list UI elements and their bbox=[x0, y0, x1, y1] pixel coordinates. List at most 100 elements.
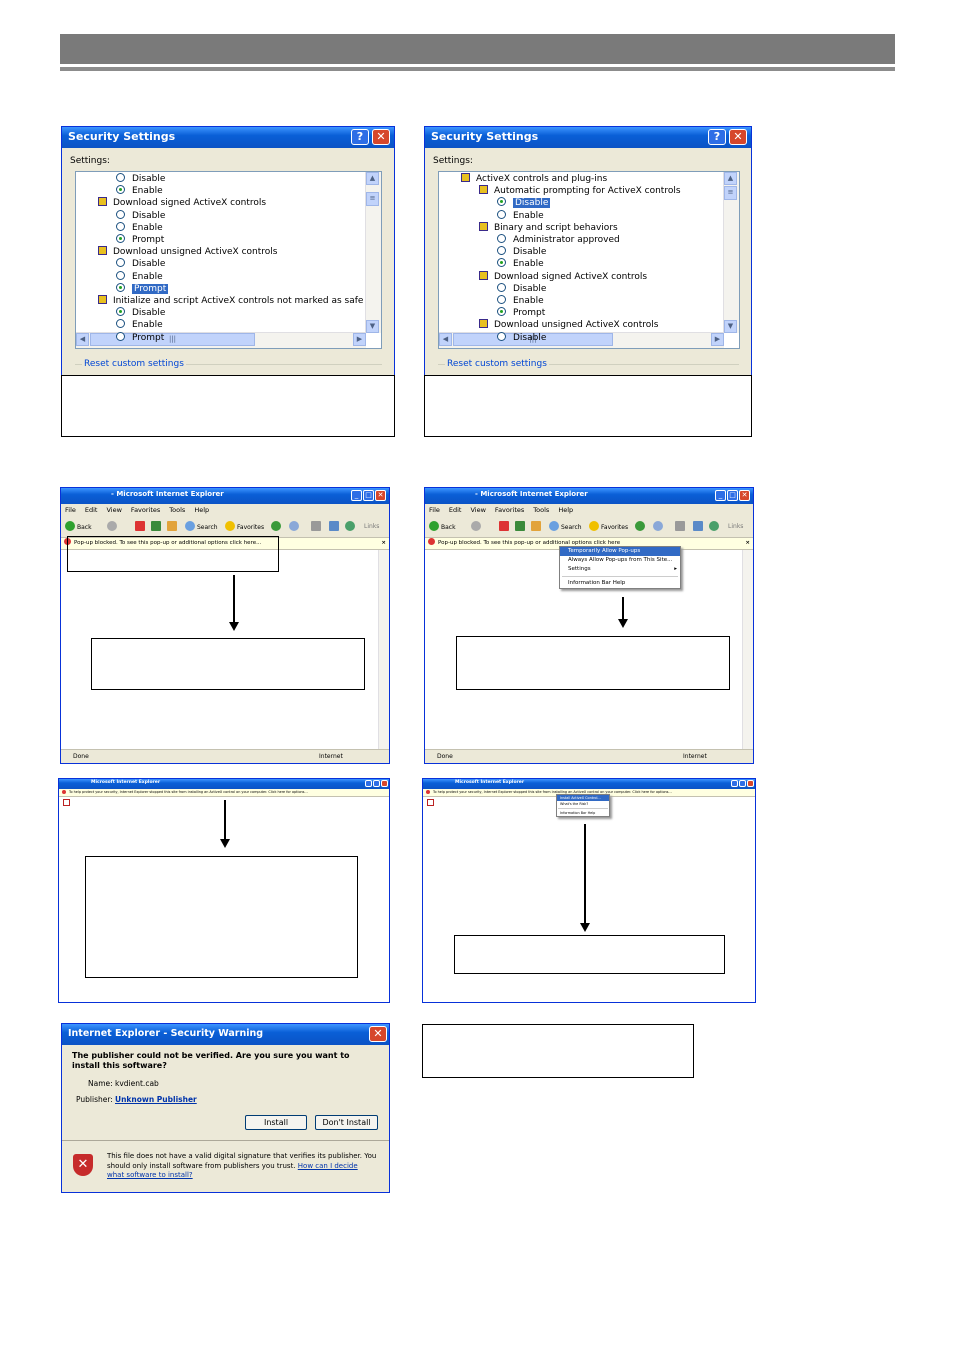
favorites-button[interactable]: Favorites bbox=[589, 521, 628, 533]
radio-button[interactable] bbox=[116, 331, 125, 341]
minimize-button[interactable] bbox=[365, 780, 372, 787]
close-button[interactable]: ✕ bbox=[375, 490, 386, 501]
menu-edit[interactable]: Edit bbox=[449, 506, 462, 514]
horizontal-scrollbar[interactable]: ◀ ||| ▶ bbox=[439, 332, 724, 348]
messenger-button[interactable] bbox=[709, 521, 721, 533]
forward-button[interactable] bbox=[471, 521, 483, 533]
settings-option-row[interactable]: Enable bbox=[116, 270, 163, 283]
scroll-right-button[interactable]: ▶ bbox=[353, 333, 366, 346]
settings-option-row[interactable]: Prompt bbox=[116, 331, 164, 344]
settings-option-row[interactable]: Disable bbox=[497, 331, 546, 344]
print-button[interactable] bbox=[675, 521, 687, 533]
settings-option-row[interactable]: Enable bbox=[116, 185, 163, 197]
vertical-scrollbar[interactable] bbox=[742, 550, 753, 749]
menu-item-whats-the-risk[interactable]: What's the Risk? bbox=[557, 801, 609, 807]
menu-favorites[interactable]: Favorites bbox=[131, 506, 160, 514]
menu-help[interactable]: Help bbox=[194, 506, 209, 514]
close-button[interactable]: ✕ bbox=[369, 1026, 387, 1042]
scroll-thumb[interactable]: ≡ bbox=[366, 192, 379, 206]
radio-button[interactable] bbox=[116, 209, 125, 219]
home-button[interactable] bbox=[531, 521, 543, 533]
scroll-up-button[interactable]: ▲ bbox=[724, 172, 737, 185]
links-label[interactable]: Links bbox=[728, 521, 743, 533]
links-label[interactable]: Links bbox=[364, 521, 379, 533]
edit-button[interactable] bbox=[693, 521, 705, 533]
menu-view[interactable]: View bbox=[106, 506, 121, 514]
settings-option-row[interactable]: Prompt bbox=[116, 282, 169, 295]
print-button[interactable] bbox=[311, 521, 323, 533]
settings-option-row[interactable]: Disable bbox=[116, 307, 165, 319]
information-bar[interactable]: To help protect your security, Internet … bbox=[59, 789, 389, 797]
vertical-scrollbar[interactable] bbox=[378, 550, 389, 749]
scroll-down-button[interactable]: ▼ bbox=[366, 320, 379, 333]
settings-option-row[interactable]: Enable bbox=[116, 221, 163, 234]
close-button[interactable] bbox=[381, 780, 388, 787]
close-button[interactable]: ✕ bbox=[729, 129, 747, 145]
menu-view[interactable]: View bbox=[470, 506, 485, 514]
radio-button[interactable] bbox=[497, 234, 506, 243]
radio-button[interactable] bbox=[497, 197, 506, 207]
settings-option-row[interactable]: Disable bbox=[116, 258, 165, 270]
radio-button[interactable] bbox=[497, 246, 506, 256]
scroll-left-button[interactable]: ◀ bbox=[76, 333, 89, 346]
infobar-close-icon[interactable]: × bbox=[381, 538, 386, 549]
radio-button[interactable] bbox=[116, 221, 125, 231]
scroll-right-button[interactable]: ▶ bbox=[711, 333, 724, 346]
home-button[interactable] bbox=[167, 521, 179, 533]
radio-button[interactable] bbox=[116, 282, 125, 292]
search-button[interactable]: Search bbox=[549, 521, 582, 533]
menu-tools[interactable]: Tools bbox=[169, 506, 185, 514]
stop-button[interactable] bbox=[135, 521, 147, 533]
maximize-button[interactable] bbox=[739, 780, 746, 787]
scroll-thumb[interactable]: ||| bbox=[90, 333, 255, 346]
settings-list[interactable]: ▲ ≡ ▼ ◀ ||| ▶ ActiveX controls and plug-… bbox=[438, 171, 740, 349]
maximize-button[interactable]: □ bbox=[727, 490, 738, 501]
menu-item-temporarily-allow[interactable]: Temporarily Allow Pop-ups bbox=[560, 547, 680, 556]
scroll-down-button[interactable]: ▼ bbox=[724, 320, 737, 333]
settings-option-row[interactable]: Administrator approved bbox=[497, 234, 620, 246]
settings-option-row[interactable]: Prompt bbox=[116, 234, 164, 246]
close-button[interactable]: ✕ bbox=[372, 129, 390, 145]
install-button[interactable]: Install bbox=[245, 1115, 307, 1130]
vertical-scrollbar[interactable]: ▲ ≡ ▼ bbox=[365, 172, 381, 333]
messenger-button[interactable] bbox=[345, 521, 357, 533]
radio-button[interactable] bbox=[116, 307, 125, 317]
menu-item-settings[interactable]: Settings ▸ bbox=[560, 565, 680, 574]
refresh-button[interactable] bbox=[515, 521, 527, 533]
radio-button[interactable] bbox=[497, 282, 506, 292]
menu-item-always-allow[interactable]: Always Allow Pop-ups from This Site... bbox=[560, 556, 680, 565]
close-button[interactable] bbox=[747, 780, 754, 787]
maximize-button[interactable] bbox=[373, 780, 380, 787]
radio-button[interactable] bbox=[116, 173, 125, 182]
radio-button[interactable] bbox=[116, 234, 125, 243]
radio-button[interactable] bbox=[497, 295, 506, 304]
back-button[interactable]: Back bbox=[65, 521, 92, 533]
mail-button[interactable] bbox=[289, 521, 301, 533]
minimize-button[interactable]: _ bbox=[351, 490, 362, 501]
settings-option-row[interactable]: Disable bbox=[116, 209, 165, 222]
settings-option-row[interactable]: Enable bbox=[497, 295, 544, 307]
minimize-button[interactable] bbox=[731, 780, 738, 787]
settings-option-row[interactable]: Enable bbox=[497, 258, 544, 270]
back-button[interactable]: Back bbox=[429, 521, 456, 533]
menu-edit[interactable]: Edit bbox=[85, 506, 98, 514]
menu-item-info-bar-help[interactable]: Information Bar Help bbox=[560, 579, 680, 588]
radio-button[interactable] bbox=[116, 258, 125, 268]
settings-list[interactable]: ▲ ≡ ▼ ◀ ||| ▶ Disable Enable Download sign… bbox=[75, 171, 382, 349]
scroll-left-button[interactable]: ◀ bbox=[439, 333, 452, 346]
forward-button[interactable] bbox=[107, 521, 119, 533]
search-button[interactable]: Search bbox=[185, 521, 218, 533]
radio-button[interactable] bbox=[497, 209, 506, 219]
radio-button[interactable] bbox=[116, 319, 125, 329]
radio-button[interactable] bbox=[116, 270, 125, 280]
menu-file[interactable]: File bbox=[429, 506, 440, 514]
menu-help[interactable]: Help bbox=[558, 506, 573, 514]
menu-favorites[interactable]: Favorites bbox=[495, 506, 524, 514]
help-button[interactable]: ? bbox=[351, 129, 369, 145]
favorites-button[interactable]: Favorites bbox=[225, 521, 264, 533]
settings-option-row[interactable]: Disable bbox=[497, 197, 551, 209]
settings-option-row[interactable]: Prompt bbox=[497, 307, 545, 319]
stop-button[interactable] bbox=[499, 521, 511, 533]
refresh-button[interactable] bbox=[151, 521, 163, 533]
vertical-scrollbar[interactable]: ▲ ≡ ▼ bbox=[723, 172, 739, 333]
